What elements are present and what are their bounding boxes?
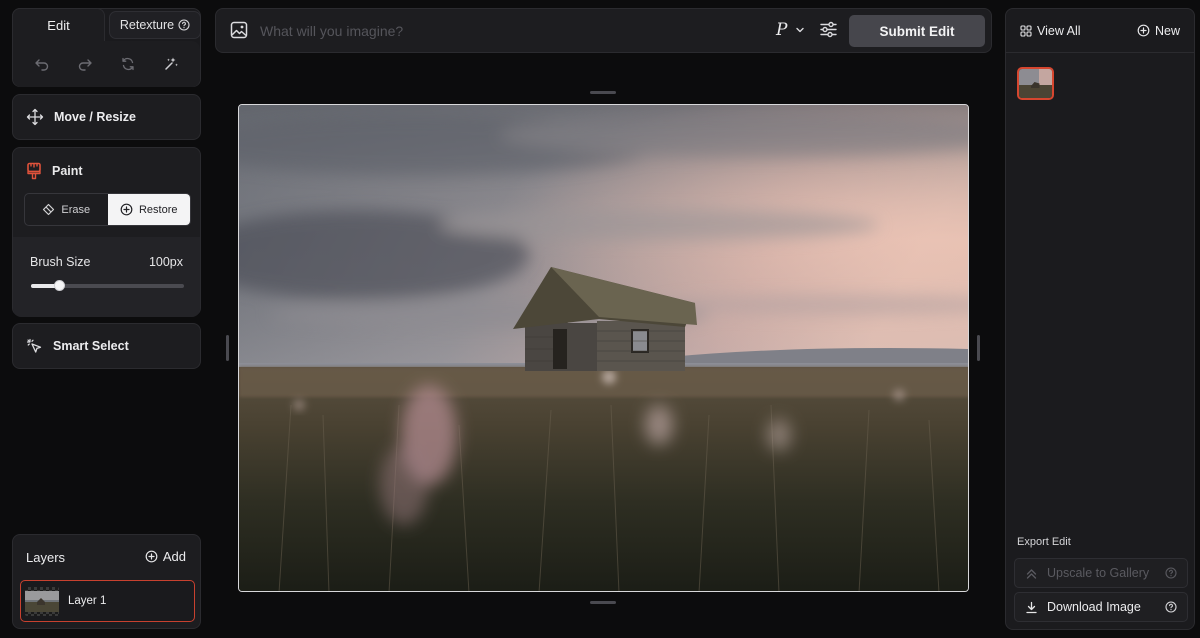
export-title: Export Edit [1017, 536, 1071, 548]
move-resize-panel: Move / Resize [12, 94, 201, 140]
canvas-resize-handle-left[interactable] [226, 335, 229, 361]
tab-retexture[interactable]: Retexture [109, 11, 201, 39]
view-all-label: View All [1037, 23, 1081, 38]
plus-circle-icon [120, 203, 133, 216]
grid-icon [1020, 24, 1032, 37]
paint-mode-toggle: Erase Restore [24, 193, 191, 226]
prompt-input[interactable] [260, 18, 730, 44]
submit-edit-button[interactable]: Submit Edit [849, 15, 985, 47]
tab-edit[interactable]: Edit [12, 8, 105, 41]
brush-size-control: Brush Size 100px [13, 237, 200, 317]
new-button[interactable]: New [1137, 24, 1180, 38]
gallery-thumbnail[interactable] [1017, 67, 1054, 100]
undo-icon[interactable] [28, 50, 56, 78]
edit-canvas[interactable] [238, 104, 969, 592]
help-circle-icon[interactable] [1165, 601, 1177, 613]
view-all-button[interactable]: View All [1020, 24, 1081, 38]
download-image-button[interactable]: Download Image [1014, 592, 1188, 622]
eraser-icon [42, 203, 55, 216]
upscale-to-gallery-button[interactable]: Upscale to Gallery [1014, 558, 1188, 588]
plus-circle-icon [1137, 24, 1150, 37]
history-toolbar [13, 41, 200, 87]
smart-select-panel: Smart Select [12, 323, 201, 369]
plus-circle-icon [145, 550, 158, 563]
layers-title: Layers [26, 550, 66, 565]
layer-name: Layer 1 [68, 595, 107, 607]
reset-icon[interactable] [114, 50, 142, 78]
magic-wand-icon[interactable] [157, 50, 185, 78]
layer-thumbnail [25, 586, 59, 616]
tab-edit-label: Edit [47, 17, 70, 33]
style-glyph: P [776, 20, 788, 40]
paint-tool-header[interactable]: Paint [26, 162, 83, 180]
restore-label: Restore [138, 203, 178, 216]
move-resize-button[interactable]: Move / Resize [13, 95, 200, 139]
paint-brush-icon [26, 162, 42, 180]
image-icon[interactable] [230, 21, 248, 39]
layers-panel: Layers Add Layer 1 [12, 534, 201, 629]
erase-button[interactable]: Erase [25, 194, 108, 225]
layer-item[interactable]: Layer 1 [20, 580, 195, 622]
sliders-icon[interactable] [819, 20, 838, 39]
upscale-label: Upscale to Gallery [1047, 566, 1150, 580]
move-arrows-icon [26, 108, 44, 126]
upscale-icon [1025, 567, 1038, 580]
brush-size-slider[interactable] [31, 280, 184, 291]
tab-retexture-label: Retexture [119, 18, 175, 32]
canvas-resize-handle-right[interactable] [977, 335, 980, 361]
smart-select-label: Smart Select [53, 339, 129, 353]
chevron-down-icon [795, 25, 805, 35]
mode-tabs-panel: Edit Retexture [12, 8, 201, 87]
cursor-sparkle-icon [26, 338, 43, 355]
canvas-image [239, 105, 968, 591]
smart-select-button[interactable]: Smart Select [13, 324, 200, 368]
brush-size-label: Brush Size [30, 255, 91, 269]
brush-size-value: 100px [148, 255, 183, 269]
help-circle-icon[interactable] [1165, 567, 1177, 579]
brush-size-thumb[interactable] [53, 280, 65, 291]
canvas-resize-handle-bottom[interactable] [590, 601, 616, 604]
download-label: Download Image [1047, 600, 1141, 614]
redo-icon[interactable] [71, 50, 99, 78]
add-layer-button[interactable]: Add [145, 549, 186, 564]
style-select[interactable]: P [776, 20, 805, 40]
erase-label: Erase [61, 203, 91, 216]
gallery-panel: View All New Export Edit Upscale to Gall… [1005, 8, 1195, 630]
help-circle-icon[interactable] [178, 19, 190, 31]
paint-label: Paint [52, 164, 83, 178]
restore-button[interactable]: Restore [107, 194, 190, 225]
paint-panel: Paint Erase Restore Brush Size 100px [12, 147, 201, 317]
gallery-header: View All New [1006, 9, 1194, 53]
canvas-resize-handle-top[interactable] [590, 91, 616, 94]
add-layer-label: Add [162, 549, 186, 564]
new-label: New [1154, 23, 1180, 38]
download-icon [1025, 601, 1038, 614]
prompt-bar: P Submit Edit [215, 8, 992, 53]
move-resize-label: Move / Resize [54, 110, 136, 124]
